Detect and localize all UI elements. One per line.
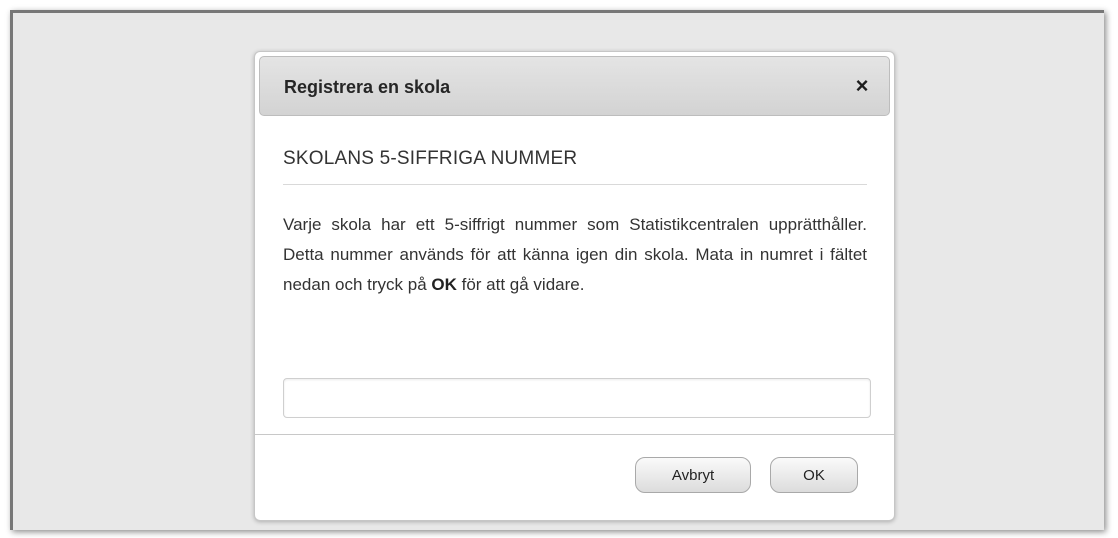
description-text: Varje skola har ett 5-siffrigt nummer so…	[283, 210, 867, 300]
register-school-dialog: Registrera en skola × SKOLANS 5-SIFFRIGA…	[254, 51, 895, 521]
dialog-header: Registrera en skola ×	[259, 56, 890, 116]
description-part2: för att gå vidare.	[456, 275, 585, 294]
cancel-button[interactable]: Avbryt	[635, 457, 751, 493]
close-icon[interactable]: ×	[849, 73, 875, 99]
ok-button[interactable]: OK	[770, 457, 858, 493]
divider	[283, 184, 867, 185]
footer-divider	[255, 434, 894, 435]
dialog-title: Registrera en skola	[284, 77, 451, 97]
section-heading: SKOLANS 5-SIFFRIGA NUMMER	[283, 148, 578, 169]
app-background: Registrera en skola × SKOLANS 5-SIFFRIGA…	[10, 10, 1104, 530]
description-ok-emphasis: OK	[431, 275, 457, 294]
school-number-input[interactable]	[283, 378, 871, 418]
